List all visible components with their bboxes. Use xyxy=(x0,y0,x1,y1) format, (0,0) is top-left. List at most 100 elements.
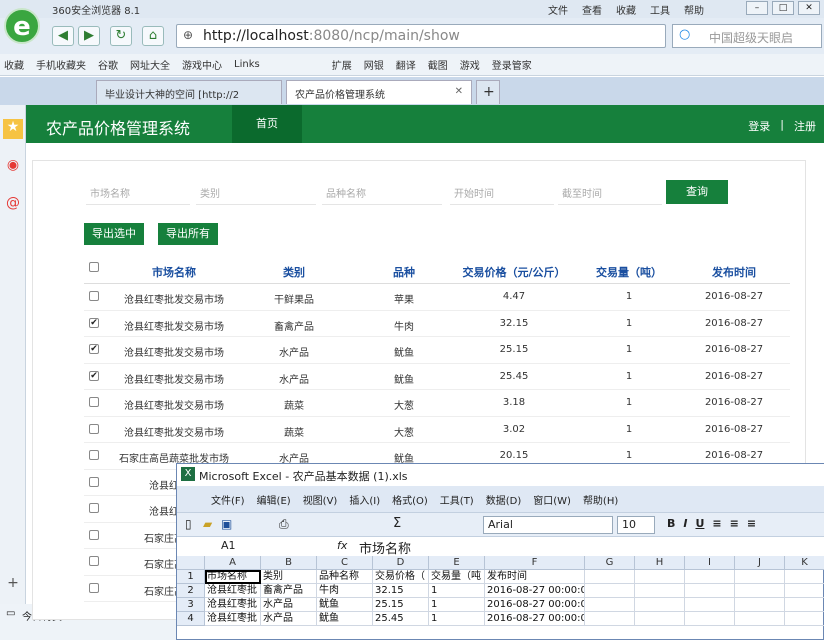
register-link[interactable]: 注册 xyxy=(794,118,816,134)
excel-cell[interactable] xyxy=(685,584,735,598)
excel-cell[interactable] xyxy=(735,570,785,584)
excel-cell[interactable]: 2016-08-27 00:00:00.0 xyxy=(485,612,585,626)
excel-cell[interactable]: 类别 xyxy=(261,570,317,584)
close-icon[interactable]: ✕ xyxy=(798,1,820,15)
open-folder-icon[interactable]: ▰ xyxy=(203,517,212,531)
export-selected-button[interactable]: 导出选中 xyxy=(84,223,144,245)
column-header[interactable]: C xyxy=(317,556,373,570)
tab-active[interactable]: 农产品价格管理系统 ✕ xyxy=(286,80,472,104)
excel-cell[interactable]: 畜禽产品 xyxy=(261,584,317,598)
excel-menu-tools[interactable]: 工具(T) xyxy=(440,492,474,507)
print-icon[interactable]: ⎙ xyxy=(279,517,289,532)
menu-favorites[interactable]: 收藏 xyxy=(616,2,636,17)
excel-cell[interactable]: 1 xyxy=(429,598,485,612)
align-left-icon[interactable]: ≡ xyxy=(712,517,721,530)
menu-tools[interactable]: 工具 xyxy=(650,2,670,17)
excel-cell[interactable] xyxy=(585,584,635,598)
autosum-icon[interactable]: Σ xyxy=(393,516,401,531)
export-all-button[interactable]: 导出所有 xyxy=(158,223,218,245)
fav-item[interactable]: 扩展 xyxy=(332,57,352,72)
column-header[interactable]: D xyxy=(373,556,429,570)
home-icon[interactable]: ⌂ xyxy=(142,26,164,46)
row-header[interactable]: 2 xyxy=(177,584,205,598)
excel-cell[interactable]: 发布时间 xyxy=(485,570,585,584)
mail-icon[interactable]: @ xyxy=(3,195,23,215)
add-icon[interactable]: + xyxy=(3,575,23,595)
table-row[interactable]: 沧县红枣批发交易市场 干鲜果品 苹果 4.47 1 2016-08-27 xyxy=(84,284,790,311)
column-header[interactable]: I xyxy=(685,556,735,570)
excel-menu-view[interactable]: 视图(V) xyxy=(303,492,338,507)
forward-arrow-icon[interactable]: ▶ xyxy=(78,26,100,46)
new-doc-icon[interactable]: ▯ xyxy=(185,517,192,531)
excel-menu-insert[interactable]: 插入(I) xyxy=(349,492,380,507)
search-box[interactable]: ○ 中国超级天眼启 xyxy=(672,24,822,48)
row-checkbox[interactable] xyxy=(89,529,99,540)
excel-cell[interactable]: 水产品 xyxy=(261,612,317,626)
excel-cell[interactable] xyxy=(585,570,635,584)
column-header[interactable]: A xyxy=(205,556,261,570)
excel-cell[interactable]: 牛肉 xyxy=(317,584,373,598)
excel-cell[interactable]: 1 xyxy=(429,584,485,598)
app-brand[interactable]: 农产品价格管理系统 xyxy=(46,115,190,139)
excel-cell[interactable] xyxy=(635,584,685,598)
select-all-corner[interactable] xyxy=(177,556,205,570)
fav-item[interactable]: 游戏中心 xyxy=(182,57,222,72)
row-header[interactable]: 1 xyxy=(177,570,205,584)
weibo-icon[interactable]: ◉ xyxy=(3,157,23,177)
row-checkbox[interactable]: ✔ xyxy=(89,317,99,328)
fav-item[interactable]: 游戏 xyxy=(460,57,480,72)
excel-cell[interactable]: 水产品 xyxy=(261,598,317,612)
excel-cell[interactable]: 鱿鱼 xyxy=(317,612,373,626)
excel-cell[interactable] xyxy=(785,570,824,584)
italic-button[interactable]: I xyxy=(683,517,687,530)
underline-button[interactable]: U xyxy=(695,517,704,530)
name-box[interactable]: A1 xyxy=(181,539,291,555)
fav-item[interactable]: Links xyxy=(234,59,260,70)
table-row[interactable]: ✔ 沧县红枣批发交易市场 水产品 鱿鱼 25.15 1 2016-08-27 xyxy=(84,337,790,364)
end-date-input[interactable]: 截至时间 xyxy=(558,179,662,205)
maximize-icon[interactable]: □ xyxy=(772,1,794,15)
row-header[interactable]: 4 xyxy=(177,612,205,626)
row-checkbox[interactable] xyxy=(89,582,99,593)
column-header[interactable]: F xyxy=(485,556,585,570)
excel-menu-data[interactable]: 数据(D) xyxy=(486,492,522,507)
fav-item[interactable]: 手机收藏夹 xyxy=(36,57,86,72)
align-right-icon[interactable]: ≡ xyxy=(747,517,756,530)
excel-cell[interactable] xyxy=(735,584,785,598)
menu-view[interactable]: 查看 xyxy=(582,2,602,17)
excel-cell[interactable]: 25.15 xyxy=(373,598,429,612)
align-center-icon[interactable]: ≡ xyxy=(730,517,739,530)
excel-cell[interactable] xyxy=(685,570,735,584)
start-date-input[interactable]: 开始时间 xyxy=(450,179,554,205)
row-checkbox[interactable] xyxy=(89,291,99,301)
row-header[interactable]: 3 xyxy=(177,598,205,612)
table-row[interactable]: ✔ 沧县红枣批发交易市场 畜禽产品 牛肉 32.15 1 2016-08-27 xyxy=(84,311,790,337)
excel-cell[interactable] xyxy=(685,598,735,612)
excel-cell[interactable]: 鱿鱼 xyxy=(317,598,373,612)
new-tab-icon[interactable]: + xyxy=(476,80,500,104)
tab-blog[interactable]: 毕业设计大神的空间 [http://2 xyxy=(96,80,282,104)
star-icon[interactable]: ★ xyxy=(3,119,23,139)
excel-cell[interactable] xyxy=(785,584,824,598)
row-checkbox[interactable] xyxy=(89,423,99,434)
excel-cell[interactable] xyxy=(635,570,685,584)
excel-cell[interactable] xyxy=(735,598,785,612)
fav-item[interactable]: 截图 xyxy=(428,57,448,72)
font-size-select[interactable]: 10 xyxy=(617,516,655,534)
fav-item[interactable]: 网银 xyxy=(364,57,384,72)
select-all-checkbox[interactable] xyxy=(89,262,99,272)
excel-menu-edit[interactable]: 编辑(E) xyxy=(257,492,291,507)
menu-file[interactable]: 文件 xyxy=(548,2,568,17)
excel-menu-window[interactable]: 窗口(W) xyxy=(533,492,571,507)
column-header[interactable]: B xyxy=(261,556,317,570)
excel-cell[interactable]: 沧县红枣批 xyxy=(205,584,261,598)
refresh-icon[interactable]: ↻ xyxy=(110,26,132,46)
column-header[interactable]: E xyxy=(429,556,485,570)
minimize-icon[interactable]: – xyxy=(746,1,768,15)
excel-cell[interactable]: 市场名称 xyxy=(205,570,261,584)
row-checkbox[interactable] xyxy=(89,503,99,513)
excel-cell[interactable]: 交易价格（ xyxy=(373,570,429,584)
table-row[interactable]: ✔ 沧县红枣批发交易市场 水产品 鱿鱼 25.45 1 2016-08-27 xyxy=(84,364,790,390)
excel-menu-help[interactable]: 帮助(H) xyxy=(583,492,618,507)
address-bar[interactable]: ⊕ http://localhost:8080/ncp/main/show xyxy=(176,24,666,48)
